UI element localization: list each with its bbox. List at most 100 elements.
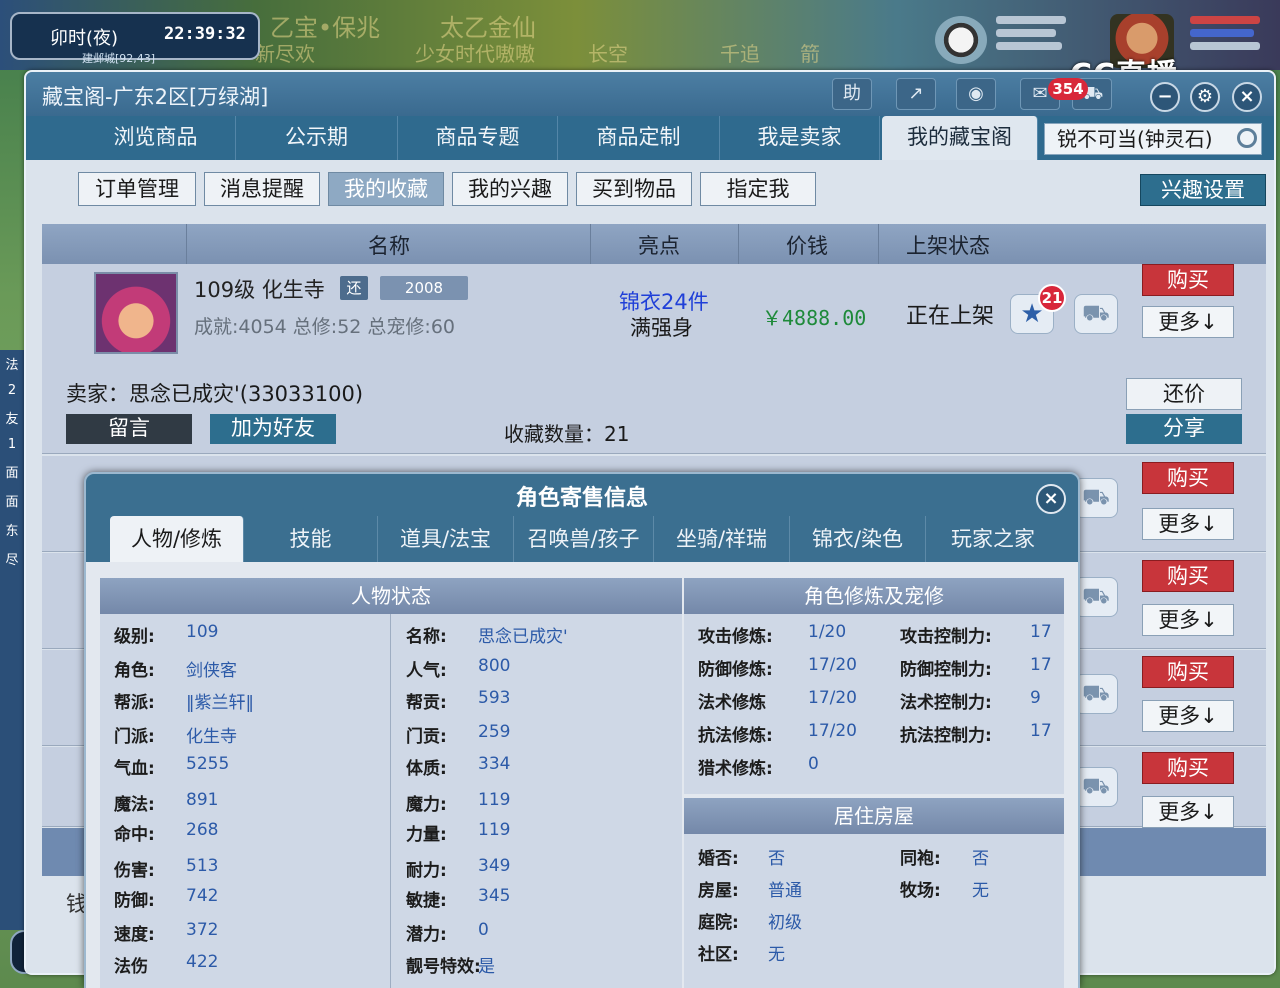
stat-label: 社区:: [698, 945, 739, 965]
interest-settings-button[interactable]: 兴趣设置: [1140, 174, 1266, 206]
bg-text: 箭: [800, 42, 820, 66]
stat-label: 角色:: [114, 661, 155, 681]
tab-home[interactable]: 玩家之家: [926, 516, 1060, 562]
year-tag: 2008: [380, 276, 468, 300]
more-button[interactable]: 更多↓: [1142, 306, 1234, 338]
close-icon[interactable]: ×: [1036, 484, 1066, 514]
stat-label: 法术修炼: [698, 693, 766, 713]
more-button[interactable]: 更多↓: [1142, 700, 1234, 732]
tab-skills[interactable]: 技能: [244, 516, 378, 562]
leave-message-button[interactable]: 留言: [66, 414, 192, 444]
pet-avatar[interactable]: [935, 16, 987, 64]
search-icon[interactable]: [1237, 128, 1257, 148]
tab-public[interactable]: 公示期: [236, 116, 398, 160]
cart-icon[interactable]: ⛟: [1074, 674, 1118, 714]
subtab-orders[interactable]: 订单管理: [78, 172, 196, 206]
side-char: 尽: [5, 553, 19, 568]
dialog-body: 人物状态 级别: 109 角色: 剑侠客 帮派: ‖紫兰轩‖ 门派: 化生寺 气血: 5255 魔法…: [86, 562, 1078, 988]
more-button[interactable]: 更多↓: [1142, 796, 1234, 828]
subtab-purchased[interactable]: 买到物品: [576, 172, 692, 206]
item-status: 正在上架: [906, 304, 995, 329]
bg-text: 千追: [720, 42, 760, 66]
location-text: 建邺城[92,43]: [82, 52, 156, 65]
list-header: 名称 亮点 价钱 上架状态: [42, 224, 1266, 264]
header-divider: [186, 224, 187, 264]
tab-pets[interactable]: 召唤兽/孩子: [514, 516, 654, 562]
column-divider: [390, 614, 391, 988]
side-char: 法: [5, 358, 19, 373]
stat-label: 门派:: [114, 727, 155, 747]
buy-button[interactable]: 购买: [1142, 560, 1234, 592]
cultivation-panel-title: 角色修炼及宠修: [684, 578, 1064, 614]
status-panel: 级别: 109 角色: 剑侠客 帮派: ‖紫兰轩‖ 门派: 化生寺 气血: 5255 魔法: 891 命…: [100, 614, 682, 988]
main-nav: 浏览商品 公示期 商品专题 商品定制 我是卖家 我的藏宝阁 锐不可当(钟灵石): [26, 116, 1274, 160]
side-char: 面: [5, 495, 19, 510]
stat-value: 初级: [768, 913, 802, 933]
return-tag: 还: [340, 276, 368, 300]
clock-period: 卯时(夜): [50, 28, 119, 49]
header-divider: [590, 224, 591, 264]
stat-label: 法术控制力:: [900, 693, 992, 713]
tab-browse[interactable]: 浏览商品: [76, 116, 236, 160]
stat-label: 名称:: [406, 627, 447, 647]
tab-seller[interactable]: 我是卖家: [720, 116, 880, 160]
stat-label: 命中:: [114, 825, 155, 845]
stat-label: 伤害:: [114, 861, 155, 881]
stat-value: 259: [478, 722, 511, 742]
share-button[interactable]: 分享: [1126, 414, 1242, 444]
tab-items[interactable]: 道具/法宝: [378, 516, 514, 562]
header-divider: [738, 224, 739, 264]
cart-icon[interactable]: ⛟: [1074, 767, 1118, 807]
stat-value: 无: [972, 881, 989, 901]
stat-label: 潜力:: [406, 925, 447, 945]
item-level-school[interactable]: 109级 化生寺: [194, 274, 325, 304]
character-portrait[interactable]: [94, 272, 178, 354]
stat-value: 剑侠客: [186, 661, 237, 681]
stat-value: 513: [186, 856, 219, 876]
game-clock: 卯时(夜) 22:39:32 建邺城[92,43]: [10, 12, 260, 65]
add-friend-button[interactable]: 加为好友: [210, 414, 336, 444]
record-icon[interactable]: ◉: [956, 78, 996, 110]
buy-button[interactable]: 购买: [1142, 264, 1234, 296]
tab-outfits[interactable]: 锦衣/染色: [790, 516, 926, 562]
buy-button[interactable]: 购买: [1142, 752, 1234, 784]
buy-button[interactable]: 购买: [1142, 656, 1234, 688]
stat-value: 17: [1030, 655, 1052, 675]
highlight-strength: 满强身: [630, 316, 693, 340]
server-search-field[interactable]: 锐不可当(钟灵石): [1044, 123, 1262, 155]
help-icon[interactable]: 助: [832, 78, 872, 110]
buy-button[interactable]: 购买: [1142, 462, 1234, 494]
close-icon[interactable]: ×: [1232, 82, 1262, 112]
tab-character[interactable]: 人物/修炼: [110, 516, 244, 562]
more-button[interactable]: 更多↓: [1142, 604, 1234, 636]
cart-icon[interactable]: ⛟: [1074, 478, 1118, 518]
subtab-interests[interactable]: 我的兴趣: [452, 172, 568, 206]
stat-value: 否: [768, 849, 785, 869]
minimize-icon[interactable]: −: [1150, 82, 1180, 112]
stat-value: 891: [186, 790, 219, 810]
subtab-messages[interactable]: 消息提醒: [204, 172, 320, 206]
stat-label: 魔力:: [406, 795, 447, 815]
stat-label: 牧场:: [900, 881, 941, 901]
tab-custom[interactable]: 商品定制: [558, 116, 720, 160]
share-icon[interactable]: ↗: [896, 78, 936, 110]
settings-icon[interactable]: ⚙: [1190, 82, 1220, 112]
stat-value: 17: [1030, 721, 1052, 741]
subtab-designated[interactable]: 指定我: [700, 172, 816, 206]
subtab-favorites[interactable]: 我的收藏: [328, 172, 444, 206]
counter-offer-button[interactable]: 还价: [1126, 378, 1242, 410]
stat-value: 593: [478, 688, 511, 708]
stat-value: 1/20: [808, 622, 847, 642]
cart-icon[interactable]: ⛟: [1074, 294, 1118, 334]
stat-value: 345: [478, 886, 511, 906]
tab-topics[interactable]: 商品专题: [398, 116, 558, 160]
stat-label: 体质:: [406, 759, 447, 779]
tab-mounts[interactable]: 坐骑/祥瑞: [654, 516, 790, 562]
tab-my-pavilion[interactable]: 我的藏宝阁: [882, 116, 1038, 160]
cart-icon[interactable]: ⛟: [1074, 577, 1118, 617]
stat-label: 靓号特效:: [406, 957, 481, 977]
favorite-count-badge: 21: [1038, 284, 1066, 312]
stat-label: 魔法:: [114, 795, 155, 815]
more-button[interactable]: 更多↓: [1142, 508, 1234, 540]
stat-value: 742: [186, 886, 219, 906]
